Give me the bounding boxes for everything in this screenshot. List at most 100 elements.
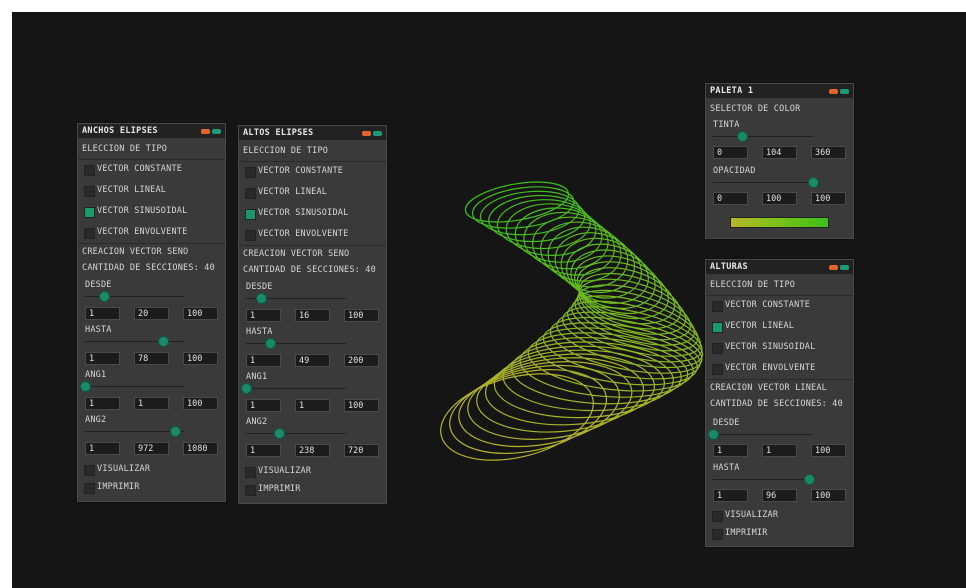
eleccion-label: ELECCION DE TIPO bbox=[243, 146, 329, 156]
slider-knob[interactable] bbox=[241, 383, 252, 394]
slider-label-ang2: ANG2 bbox=[246, 417, 268, 427]
value-field[interactable]: 972 bbox=[134, 442, 169, 455]
slider-knob[interactable] bbox=[99, 291, 110, 302]
value-field[interactable]: 238 bbox=[295, 444, 330, 457]
min-field[interactable]: 1 bbox=[85, 352, 120, 365]
slider-knob[interactable] bbox=[158, 336, 169, 347]
slider-hasta[interactable] bbox=[85, 336, 185, 347]
slider-desde[interactable] bbox=[708, 429, 813, 440]
checkbox-vector-envolvente[interactable] bbox=[84, 228, 95, 239]
max-field[interactable]: 100 bbox=[811, 192, 846, 205]
max-field[interactable]: 100 bbox=[344, 399, 379, 412]
slider-knob[interactable] bbox=[808, 177, 819, 188]
min-field[interactable]: 1 bbox=[246, 444, 281, 457]
value-field[interactable]: 1 bbox=[295, 399, 330, 412]
slider-knob[interactable] bbox=[80, 381, 91, 392]
checkbox-visualizar[interactable] bbox=[84, 465, 95, 476]
slider-knob[interactable] bbox=[708, 429, 719, 440]
min-field[interactable]: 1 bbox=[713, 444, 748, 457]
checkbox-vector-constante[interactable] bbox=[245, 167, 256, 178]
color-preview bbox=[730, 217, 829, 228]
value-field[interactable]: 1 bbox=[762, 444, 797, 457]
slider-knob[interactable] bbox=[265, 338, 276, 349]
checkbox-vector-envolvente[interactable] bbox=[245, 230, 256, 241]
slider-tinta[interactable] bbox=[713, 131, 813, 142]
slider-desde[interactable] bbox=[85, 291, 185, 302]
close-icon[interactable] bbox=[829, 264, 838, 270]
creacion-label: CREACION VECTOR LINEAL bbox=[710, 383, 827, 393]
checkbox-vector-sinusoidal[interactable] bbox=[84, 207, 95, 218]
checkbox-vector-lineal[interactable] bbox=[245, 188, 256, 199]
min-field[interactable]: 0 bbox=[713, 146, 748, 159]
min-field[interactable]: 1 bbox=[246, 354, 281, 367]
value-field[interactable]: 16 bbox=[295, 309, 330, 322]
slider-knob[interactable] bbox=[274, 428, 285, 439]
value-field[interactable]: 104 bbox=[762, 146, 797, 159]
slider-desde[interactable] bbox=[246, 293, 346, 304]
slider-ang1[interactable] bbox=[241, 383, 346, 394]
max-field[interactable]: 100 bbox=[344, 309, 379, 322]
minimize-icon[interactable] bbox=[840, 264, 849, 270]
slider-knob[interactable] bbox=[804, 474, 815, 485]
checkbox-vector-sinusoidal[interactable] bbox=[245, 209, 256, 220]
option-label: VECTOR CONSTANTE bbox=[725, 300, 811, 310]
checkbox-vector-constante[interactable] bbox=[712, 301, 723, 312]
checkbox-visualizar[interactable] bbox=[712, 511, 723, 522]
slider-ang2[interactable] bbox=[246, 428, 346, 439]
checkbox-vector-lineal[interactable] bbox=[84, 186, 95, 197]
panel-header[interactable]: PALETA 1 bbox=[706, 84, 853, 98]
max-field[interactable]: 720 bbox=[344, 444, 379, 457]
checkbox-imprimir[interactable] bbox=[245, 485, 256, 496]
value-field[interactable]: 49 bbox=[295, 354, 330, 367]
checkbox-visualizar[interactable] bbox=[245, 467, 256, 478]
slider-knob[interactable] bbox=[737, 131, 748, 142]
max-field[interactable]: 100 bbox=[811, 489, 846, 502]
min-field[interactable]: 1 bbox=[713, 489, 748, 502]
value-field[interactable]: 96 bbox=[762, 489, 797, 502]
panel-paleta: PALETA 1 SELECTOR DE COLOR TINTA 0 104 3… bbox=[705, 83, 854, 239]
max-field[interactable]: 100 bbox=[183, 307, 218, 320]
panel-header[interactable]: ALTOS ELIPSES bbox=[239, 126, 386, 140]
slider-hasta[interactable] bbox=[713, 474, 815, 485]
slider-opacidad[interactable] bbox=[713, 177, 819, 188]
checkbox-vector-lineal[interactable] bbox=[712, 322, 723, 333]
max-field[interactable]: 1080 bbox=[183, 442, 218, 455]
slider-ang2[interactable] bbox=[85, 426, 185, 437]
max-field[interactable]: 100 bbox=[183, 397, 218, 410]
value-field[interactable]: 100 bbox=[762, 192, 797, 205]
min-field[interactable]: 1 bbox=[246, 309, 281, 322]
max-field[interactable]: 100 bbox=[811, 444, 846, 457]
close-icon[interactable] bbox=[362, 130, 371, 136]
value-field[interactable]: 78 bbox=[134, 352, 169, 365]
checkbox-vector-sinusoidal[interactable] bbox=[712, 343, 723, 354]
checkbox-imprimir[interactable] bbox=[84, 483, 95, 494]
panel-header[interactable]: ANCHOS ELIPSES bbox=[78, 124, 225, 138]
slider-knob[interactable] bbox=[170, 426, 181, 437]
slider-knob[interactable] bbox=[256, 293, 267, 304]
max-field[interactable]: 360 bbox=[811, 146, 846, 159]
checkbox-vector-constante[interactable] bbox=[84, 165, 95, 176]
cantidad-label: CANTIDAD DE SECCIONES: 40 bbox=[710, 399, 843, 409]
min-field[interactable]: 1 bbox=[246, 399, 281, 412]
minimize-icon[interactable] bbox=[373, 130, 382, 136]
slider-hasta[interactable] bbox=[246, 338, 346, 349]
option-label: VECTOR LINEAL bbox=[725, 321, 795, 331]
minimize-icon[interactable] bbox=[212, 128, 221, 134]
min-field[interactable]: 0 bbox=[713, 192, 748, 205]
close-icon[interactable] bbox=[201, 128, 210, 134]
minimize-icon[interactable] bbox=[840, 88, 849, 94]
checkbox-vector-envolvente[interactable] bbox=[712, 364, 723, 375]
panel-alturas: ALTURAS ELECCION DE TIPO VECTOR CONSTANT… bbox=[705, 259, 854, 547]
max-field[interactable]: 200 bbox=[344, 354, 379, 367]
checkbox-imprimir[interactable] bbox=[712, 529, 723, 540]
value-field[interactable]: 20 bbox=[134, 307, 169, 320]
slider-label-hasta: HASTA bbox=[85, 325, 112, 335]
slider-ang1[interactable] bbox=[80, 381, 185, 392]
close-icon[interactable] bbox=[829, 88, 838, 94]
panel-header[interactable]: ALTURAS bbox=[706, 260, 853, 274]
min-field[interactable]: 1 bbox=[85, 442, 120, 455]
min-field[interactable]: 1 bbox=[85, 307, 120, 320]
value-field[interactable]: 1 bbox=[134, 397, 169, 410]
max-field[interactable]: 100 bbox=[183, 352, 218, 365]
min-field[interactable]: 1 bbox=[85, 397, 120, 410]
